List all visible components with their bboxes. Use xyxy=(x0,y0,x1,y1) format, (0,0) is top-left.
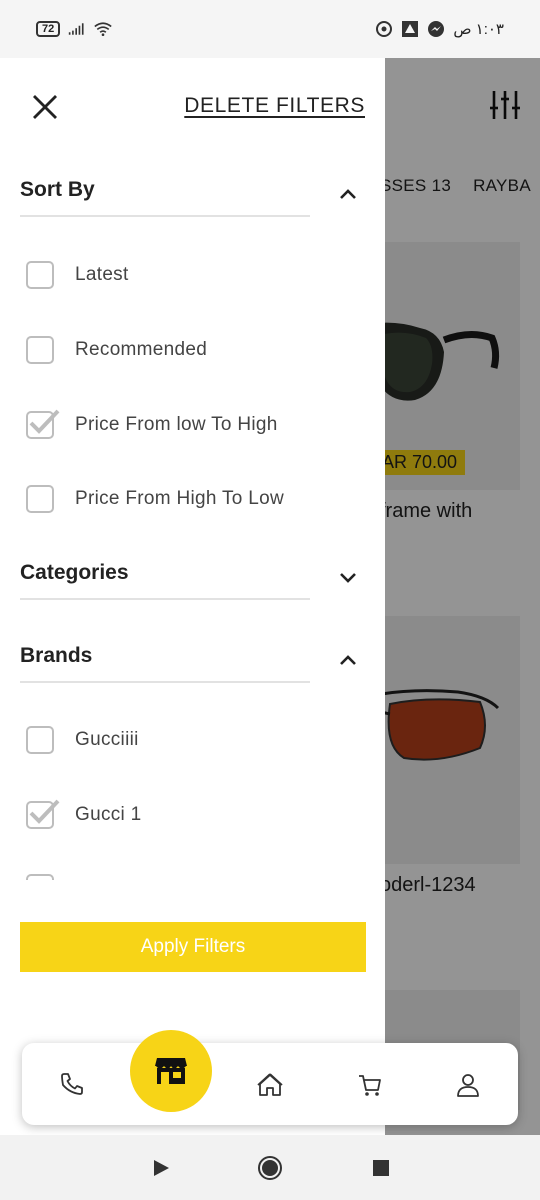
categories-title: Categories xyxy=(20,561,129,584)
checkbox-checked[interactable] xyxy=(26,409,60,439)
brands-header[interactable]: Brands xyxy=(20,644,360,684)
back-square-icon[interactable] xyxy=(368,1155,394,1181)
profile-icon[interactable] xyxy=(454,1071,482,1099)
option-label: Gucciiii xyxy=(75,729,139,750)
checkbox[interactable] xyxy=(26,261,54,289)
app-notification-icon xyxy=(401,20,419,38)
sort-option-price-low-high[interactable]: Price From low To High xyxy=(26,409,278,440)
checkbox[interactable] xyxy=(26,726,54,754)
status-left: 72 xyxy=(36,20,112,38)
categories-header[interactable]: Categories xyxy=(20,561,360,601)
app-notification-icon xyxy=(375,20,393,38)
chevron-up-icon[interactable] xyxy=(338,650,358,670)
sort-by-title: Sort By xyxy=(20,178,95,201)
divider xyxy=(20,215,310,217)
bottom-nav xyxy=(22,1030,518,1125)
home-icon[interactable] xyxy=(256,1071,284,1099)
checkbox-partial[interactable] xyxy=(26,874,54,880)
status-bar: 72 ١:٠٣ ص xyxy=(0,0,540,58)
battery-icon: 72 xyxy=(36,21,61,37)
chevron-up-icon[interactable] xyxy=(338,184,358,204)
store-button[interactable] xyxy=(130,1030,212,1112)
sort-option-latest[interactable]: Latest xyxy=(26,260,129,290)
brand-option[interactable]: Gucci 1 xyxy=(26,799,142,830)
apply-filters-button[interactable]: Apply Filters xyxy=(20,922,366,972)
status-time: ١:٠٣ ص xyxy=(453,21,504,38)
phone-icon[interactable] xyxy=(59,1071,87,1099)
checkbox-checked[interactable] xyxy=(26,799,60,829)
wifi-icon xyxy=(94,20,112,38)
option-label: Latest xyxy=(75,264,129,285)
close-icon[interactable] xyxy=(30,92,60,122)
store-icon xyxy=(155,1058,187,1084)
check-icon xyxy=(29,409,60,434)
status-right: ١:٠٣ ص xyxy=(375,20,504,38)
brands-title: Brands xyxy=(20,644,93,667)
delete-filters-link[interactable]: DELETE FILTERS xyxy=(184,94,365,118)
sort-option-recommended[interactable]: Recommended xyxy=(26,335,207,365)
chevron-down-icon[interactable] xyxy=(338,567,358,587)
option-label: Price From low To High xyxy=(75,414,278,435)
recents-play-icon[interactable] xyxy=(148,1155,174,1181)
checkbox[interactable] xyxy=(26,485,54,513)
sort-option-price-high-low[interactable]: Price From High To Low xyxy=(26,484,284,514)
checkbox[interactable] xyxy=(26,336,54,364)
check-icon xyxy=(29,799,60,824)
option-label: Gucci 1 xyxy=(75,804,142,825)
option-label: Price From High To Low xyxy=(75,488,284,509)
option-label: Recommended xyxy=(75,339,208,360)
divider xyxy=(20,598,310,600)
sort-by-header[interactable]: Sort By xyxy=(20,178,360,218)
cart-icon[interactable] xyxy=(356,1071,384,1099)
brand-option[interactable]: Gucciiii xyxy=(26,725,139,755)
system-nav-bar xyxy=(0,1135,540,1200)
messenger-icon xyxy=(427,20,445,38)
home-circle-icon[interactable] xyxy=(257,1155,283,1181)
filter-drawer: DELETE FILTERS Sort By Latest Recommende… xyxy=(0,58,385,1200)
divider xyxy=(20,681,310,683)
signal-icon xyxy=(68,20,86,38)
